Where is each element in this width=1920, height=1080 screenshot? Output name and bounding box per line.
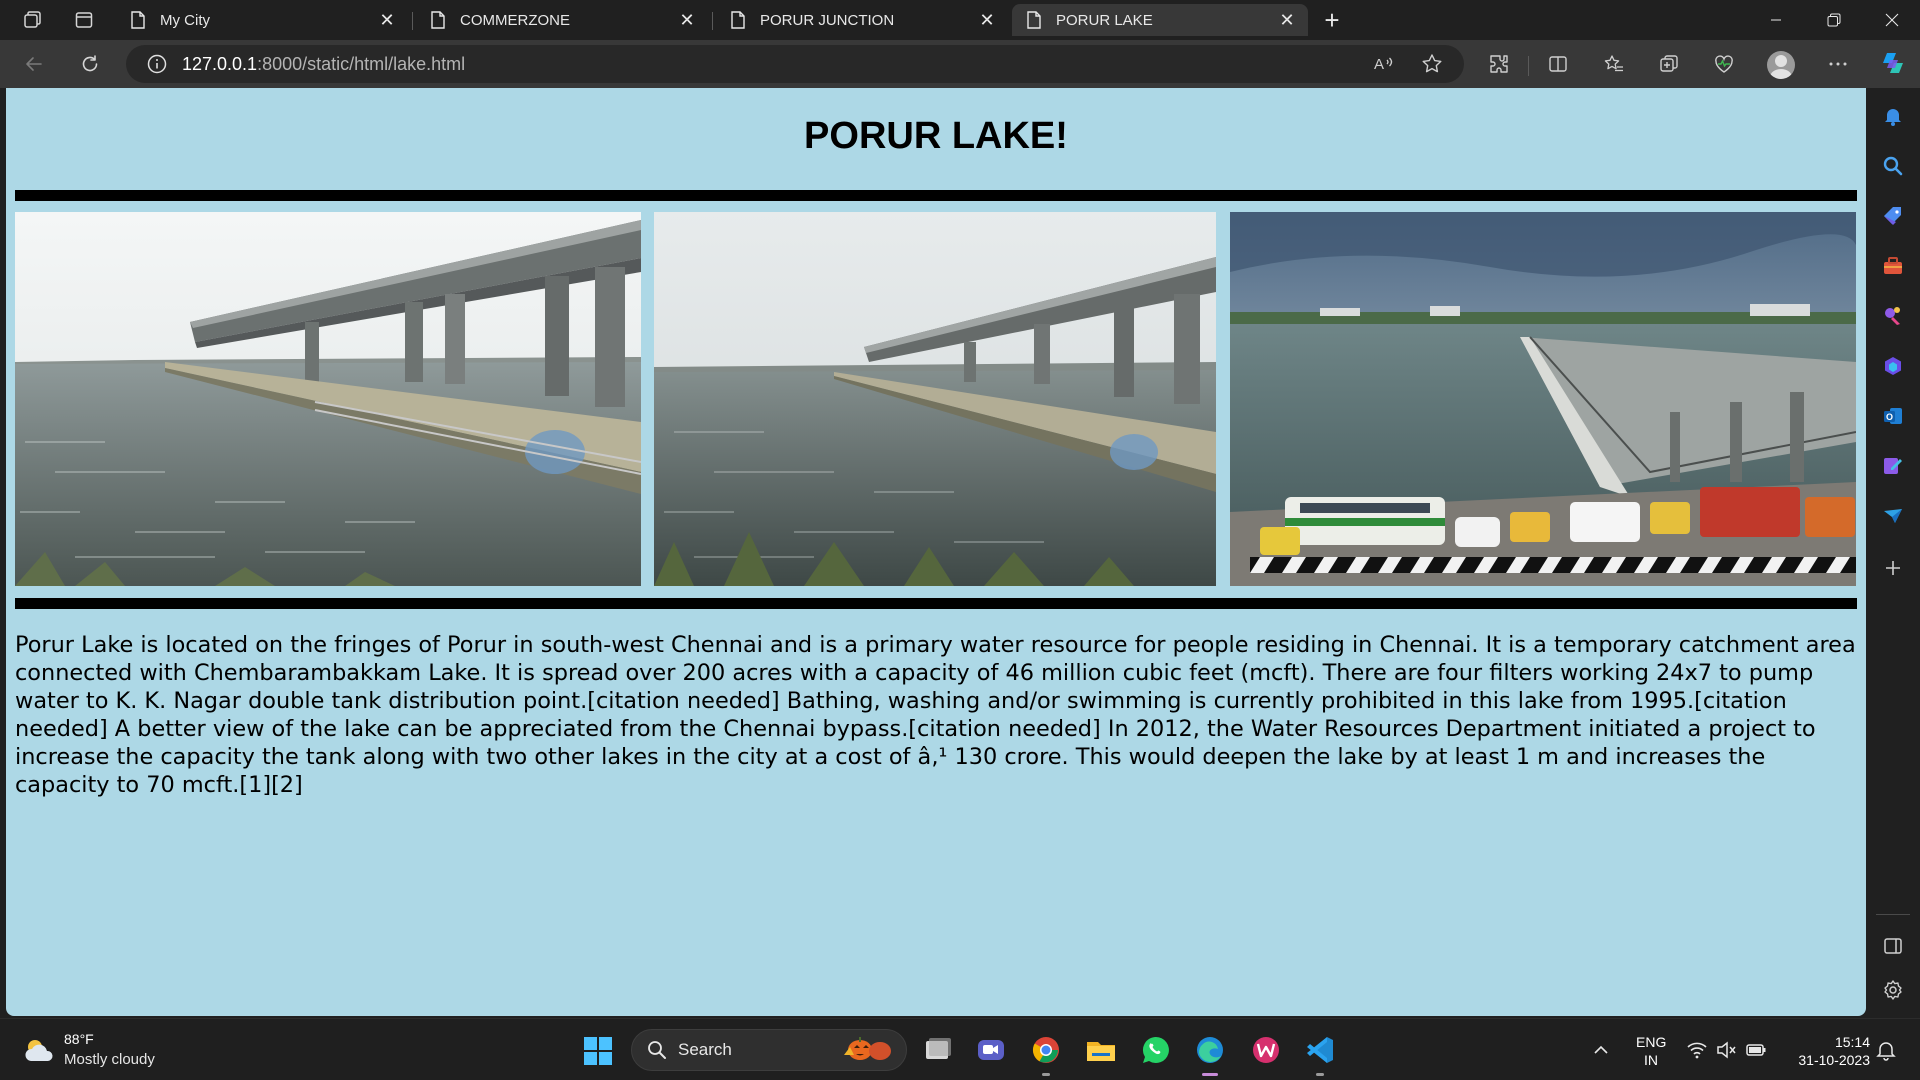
search-icon — [648, 1041, 666, 1059]
games-icon[interactable] — [1881, 304, 1905, 328]
speaker-muted-icon[interactable] — [1715, 1039, 1737, 1061]
copilot-icon[interactable] — [1875, 45, 1911, 81]
wifi-icon[interactable] — [1686, 1039, 1708, 1061]
tab-title: PORUR LAKE — [1056, 11, 1153, 29]
input-language[interactable]: ENG IN — [1636, 1033, 1666, 1069]
outlook-icon[interactable]: O — [1881, 404, 1905, 428]
flyover-photo — [1230, 212, 1856, 586]
designer-icon[interactable] — [1881, 454, 1905, 478]
browser-essentials-icon[interactable] — [1706, 46, 1742, 82]
page-icon — [1027, 11, 1041, 29]
edge-sidebar: O — [1866, 88, 1920, 1018]
split-screen-icon[interactable] — [1540, 46, 1576, 82]
tab-title: PORUR JUNCTION — [760, 11, 895, 29]
tab-my-city[interactable]: My City ✕ — [116, 4, 408, 36]
shopping-tag-icon[interactable] — [1881, 204, 1905, 228]
file-explorer-gallery-icon[interactable] — [920, 1033, 954, 1067]
page-icon — [431, 11, 445, 29]
address-bar[interactable]: 127.0.0.1:8000/static/html/lake.html A — [126, 45, 1464, 83]
region-code: IN — [1644, 1052, 1658, 1068]
svg-text:A: A — [1374, 56, 1384, 73]
lake-photo — [15, 212, 641, 586]
chevron-up-icon[interactable] — [1591, 1041, 1611, 1059]
search-label: Search — [678, 1040, 732, 1059]
read-aloud-icon[interactable]: A — [1372, 52, 1396, 76]
profile-avatar[interactable] — [1767, 51, 1795, 79]
url-host: 127.0.0.1 — [182, 53, 258, 74]
tools-icon[interactable] — [1881, 254, 1905, 278]
close-icon[interactable]: ✕ — [974, 7, 1000, 33]
lang-code: ENG — [1636, 1034, 1667, 1050]
windows-start-icon[interactable] — [582, 1035, 614, 1067]
web-page: PORUR LAKE! Porur Lake is located on the… — [6, 88, 1866, 1016]
back-icon[interactable] — [16, 46, 52, 82]
notification-bell-icon[interactable] — [1875, 1039, 1897, 1061]
vscode-icon[interactable] — [1303, 1033, 1337, 1067]
sidebar-separator — [1876, 914, 1910, 915]
drop-icon[interactable] — [1881, 504, 1905, 528]
microsoft-365-icon[interactable] — [1881, 354, 1905, 378]
close-icon[interactable]: ✕ — [1274, 7, 1300, 33]
file-explorer-icon[interactable] — [1084, 1033, 1118, 1067]
windows-taskbar: 88°F Mostly cloudy Search ENG IN 15:14 31-… — [0, 1018, 1920, 1080]
bell-icon[interactable] — [1881, 104, 1905, 128]
collections-icon[interactable] — [1651, 46, 1687, 82]
close-icon[interactable]: ✕ — [374, 7, 400, 33]
tab-strip: My City ✕ COMMERZONE ✕ PORUR JUNCTION ✕ … — [0, 0, 1920, 40]
lake-description: Porur Lake is located on the fringes of … — [15, 632, 1856, 798]
clock-time: 15:14 — [1834, 1034, 1870, 1050]
restore-button[interactable] — [1806, 0, 1862, 40]
whatsapp-icon[interactable] — [1139, 1033, 1173, 1067]
add-icon[interactable] — [1881, 556, 1905, 580]
url-path: :8000/static/html/lake.html — [257, 53, 466, 74]
tab-commerzone[interactable]: COMMERZONE ✕ — [416, 4, 708, 36]
tab-porur-lake[interactable]: PORUR LAKE ✕ — [1012, 4, 1308, 36]
favorite-star-icon[interactable] — [1420, 52, 1444, 76]
search-icon[interactable] — [1881, 154, 1905, 178]
tab-separator — [412, 12, 413, 30]
more-options-icon[interactable] — [1820, 46, 1856, 82]
svg-text:O: O — [1886, 412, 1893, 422]
close-window-button[interactable] — [1864, 0, 1920, 40]
lake-photo — [654, 212, 1216, 586]
minimize-button[interactable] — [1748, 0, 1804, 40]
tab-title: My City — [160, 11, 210, 29]
horizontal-rule — [15, 598, 1857, 609]
edge-icon[interactable] — [1193, 1033, 1227, 1067]
favorites-icon[interactable] — [1596, 46, 1632, 82]
clock-date: 31-10-2023 — [1798, 1052, 1870, 1068]
running-indicator — [1316, 1073, 1324, 1076]
tab-actions-icon[interactable] — [62, 0, 106, 40]
battery-icon[interactable] — [1745, 1039, 1767, 1061]
running-indicator — [1042, 1073, 1050, 1076]
settings-gear-icon[interactable] — [1881, 978, 1905, 1002]
system-clock[interactable]: 15:14 31-10-2023 — [1782, 1033, 1870, 1069]
tab-title: COMMERZONE — [460, 11, 570, 29]
extensions-icon[interactable] — [1481, 46, 1517, 82]
new-tab-button[interactable]: + — [1316, 4, 1348, 36]
hide-sidebar-icon[interactable] — [1881, 934, 1905, 958]
weather-temperature: 88°F — [64, 1031, 94, 1047]
chrome-icon[interactable] — [1029, 1033, 1063, 1067]
weather-description: Mostly cloudy — [64, 1051, 155, 1068]
workspaces-icon[interactable] — [10, 0, 54, 40]
toolbar-divider — [1528, 56, 1529, 76]
horizontal-rule — [15, 190, 1857, 201]
active-indicator — [1202, 1073, 1218, 1076]
tab-porur-junction[interactable]: PORUR JUNCTION ✕ — [716, 4, 1008, 36]
refresh-icon[interactable] — [72, 46, 108, 82]
browser-toolbar: 127.0.0.1:8000/static/html/lake.html A — [0, 40, 1920, 88]
page-icon — [731, 11, 745, 29]
page-icon — [131, 11, 145, 29]
tab-separator — [712, 12, 713, 30]
halloween-pumpkins-icon — [844, 1037, 891, 1060]
close-icon[interactable]: ✕ — [674, 7, 700, 33]
site-info-icon[interactable] — [146, 53, 168, 75]
cloudy-weather-icon[interactable] — [22, 1035, 56, 1065]
page-title: PORUR LAKE! — [804, 115, 1068, 157]
teams-meet-icon[interactable] — [974, 1033, 1008, 1067]
wps-office-icon[interactable] — [1249, 1033, 1283, 1067]
